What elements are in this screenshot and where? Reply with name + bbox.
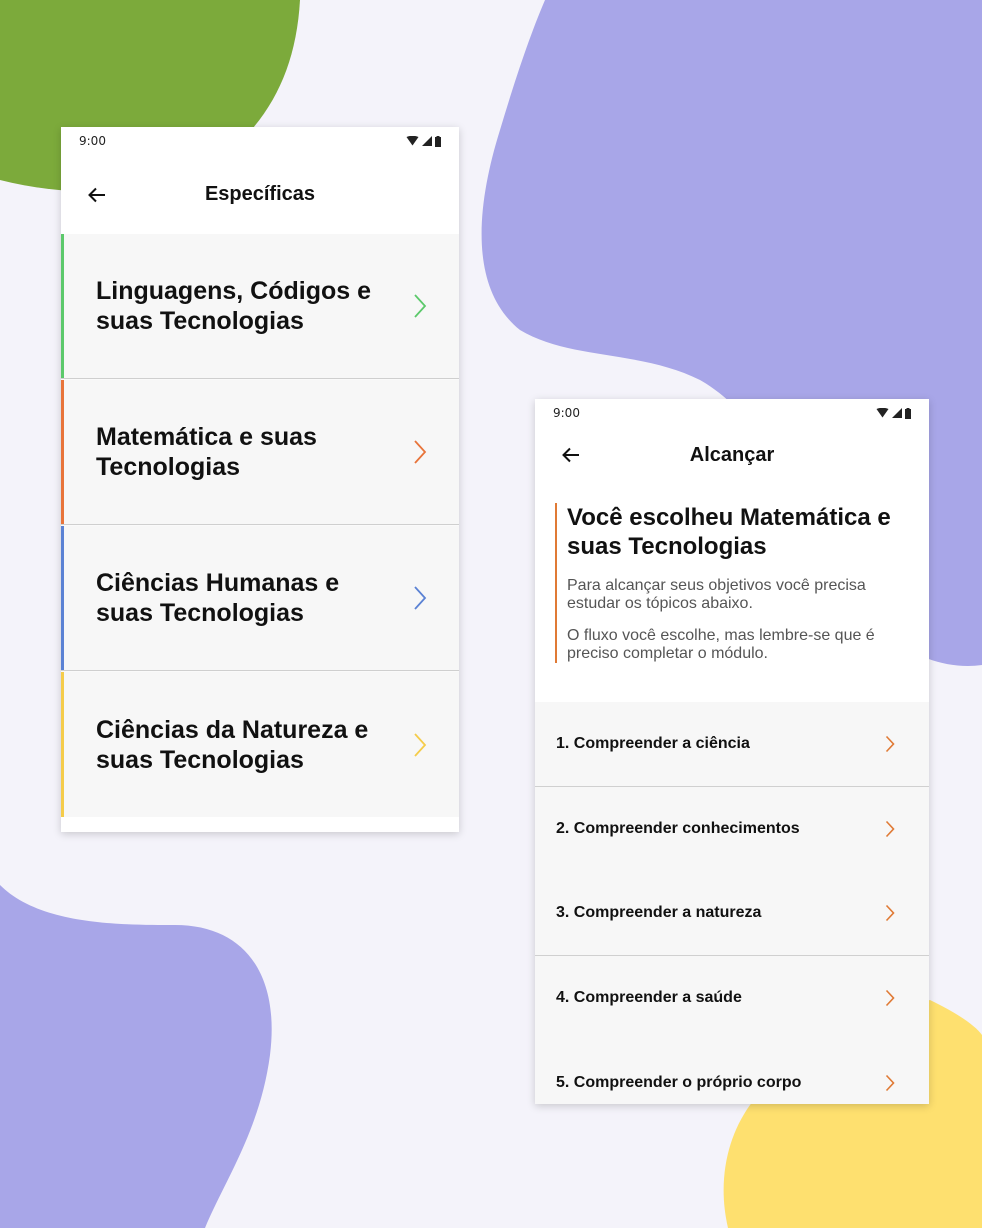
- intro-heading: Você escolheu Matemática e suas Tecnolog…: [567, 504, 891, 560]
- topic-item[interactable]: 5. Compreender o próprio corpo: [535, 1040, 929, 1104]
- signal-icon: [422, 136, 432, 146]
- accent-bar: [61, 234, 64, 378]
- chevron-right-icon: [885, 820, 895, 838]
- accent-bar: [61, 526, 64, 670]
- category-label: Linguagens, Códigos e suas Tecnologias: [96, 277, 372, 335]
- topic-item[interactable]: 2. Compreender conhecimentos: [535, 787, 929, 872]
- intro-paragraph: Para alcançar seus objetivos você precis…: [567, 577, 866, 612]
- battery-icon: [435, 135, 441, 147]
- chevron-right-icon: [414, 294, 427, 318]
- wifi-icon: [406, 136, 419, 146]
- topic-item[interactable]: 1. Compreender a ciência: [535, 702, 929, 787]
- chevron-right-icon: [414, 440, 427, 464]
- page-title: Específicas: [204, 183, 316, 205]
- accent-bar: [61, 380, 64, 524]
- topic-label: 2. Compreender conhecimentos: [556, 820, 800, 837]
- status-time: 9:00: [79, 134, 106, 148]
- chevron-right-icon: [885, 989, 895, 1007]
- topic-item[interactable]: 4. Compreender a saúde: [535, 956, 929, 1041]
- topic-label: 4. Compreender a saúde: [556, 989, 742, 1006]
- chevron-right-icon: [414, 586, 427, 610]
- accent-bar: [61, 672, 64, 817]
- battery-icon: [905, 407, 911, 419]
- app-bar: Específicas: [61, 155, 459, 234]
- category-item-natureza[interactable]: Ciências da Natureza e suas Tecnologias: [61, 672, 459, 817]
- chevron-right-icon: [885, 904, 895, 922]
- status-bar: 9:00: [535, 399, 929, 427]
- topic-label: 5. Compreender o próprio corpo: [556, 1073, 802, 1091]
- chevron-right-icon: [885, 735, 895, 753]
- wifi-icon: [876, 408, 889, 418]
- purple-blob-bottom-left: [0, 885, 272, 1228]
- status-time: 9:00: [553, 406, 580, 420]
- back-arrow-icon[interactable]: [561, 445, 581, 465]
- category-label: Ciências Humanas e suas Tecnologias: [96, 569, 340, 627]
- bottom-spacer: [61, 817, 459, 832]
- category-item-matematica[interactable]: Matemática e suas Tecnologias: [61, 380, 459, 525]
- topic-label: 1. Compreender a ciência: [556, 735, 750, 752]
- back-arrow-icon[interactable]: [87, 185, 107, 205]
- topic-label: 3. Compreender a natureza: [556, 904, 762, 921]
- category-label: Ciências da Natureza e suas Tecnologias: [96, 715, 369, 774]
- category-label: Matemática e suas Tecnologias: [96, 423, 317, 481]
- phone-screen-especificas: 9:00 Específicas Linguagens, Códigos e s…: [61, 127, 459, 832]
- signal-icon: [892, 408, 902, 418]
- page-title: Alcançar: [689, 443, 775, 466]
- topic-item[interactable]: 3. Compreender a natureza: [535, 871, 929, 956]
- status-bar: 9:00: [61, 127, 459, 155]
- category-item-humanas[interactable]: Ciências Humanas e suas Tecnologias: [61, 526, 459, 671]
- intro-section: Você escolheu Matemática e suas Tecnolog…: [555, 503, 905, 663]
- category-item-linguagens[interactable]: Linguagens, Códigos e suas Tecnologias: [61, 234, 459, 379]
- phone-screen-alcancar: 9:00 Alcançar Você escolheu Matemática e…: [535, 399, 929, 1104]
- intro-paragraph: O fluxo você escolhe, mas lembre-se que …: [567, 627, 875, 662]
- chevron-right-icon: [414, 732, 427, 757]
- chevron-right-icon: [885, 1074, 895, 1091]
